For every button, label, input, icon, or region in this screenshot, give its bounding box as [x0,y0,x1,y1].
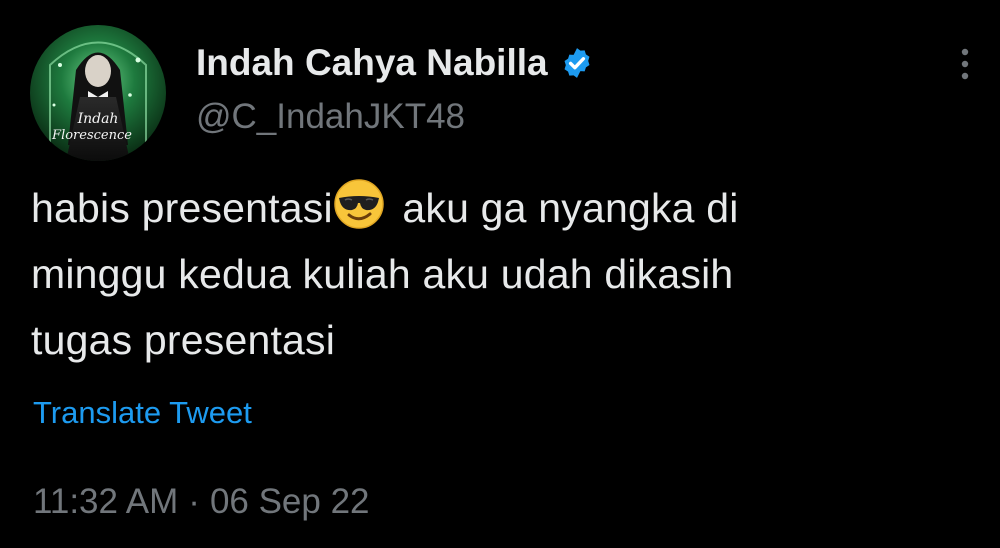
tweet-timestamp[interactable]: 11:32 AM · 06 Sep 22 [33,482,370,522]
tweet-text-part: aku ga nyangka di [390,185,739,231]
tweet-text: habis presentasi aku ga nyangka di mingg… [31,175,971,373]
avatar-caption-bottom: Florescence [51,128,132,143]
avatar-caption-top: Indah [77,111,119,127]
tweet-card: Indah Florescence Indah Cahya Nabilla @C… [0,0,1000,548]
tweet-date: 06 Sep 22 [209,482,370,521]
smiling-face-with-sunglasses-icon [334,179,384,229]
avatar[interactable]: Indah Florescence [30,25,166,161]
display-name-text: Indah Cahya Nabilla [196,42,548,83]
verified-badge-icon [564,48,590,78]
tweet-time: 11:32 AM [33,482,179,521]
timestamp-separator: · [188,482,200,521]
author-display-name[interactable]: Indah Cahya Nabilla [196,42,594,84]
tweet-line-3: tugas presentasi [31,317,336,363]
author-handle[interactable]: @C_IndahJKT48 [196,97,465,137]
more-vertical-icon[interactable] [950,44,980,84]
tweet-line-1: habis presentasi aku ga nyangka di [31,175,971,241]
avatar-image: Indah Florescence [30,25,166,161]
translate-tweet-link[interactable]: Translate Tweet [33,395,252,431]
tweet-text-part: habis presentasi [31,185,333,231]
tweet-line-2: minggu kedua kuliah aku udah dikasih [31,251,734,297]
